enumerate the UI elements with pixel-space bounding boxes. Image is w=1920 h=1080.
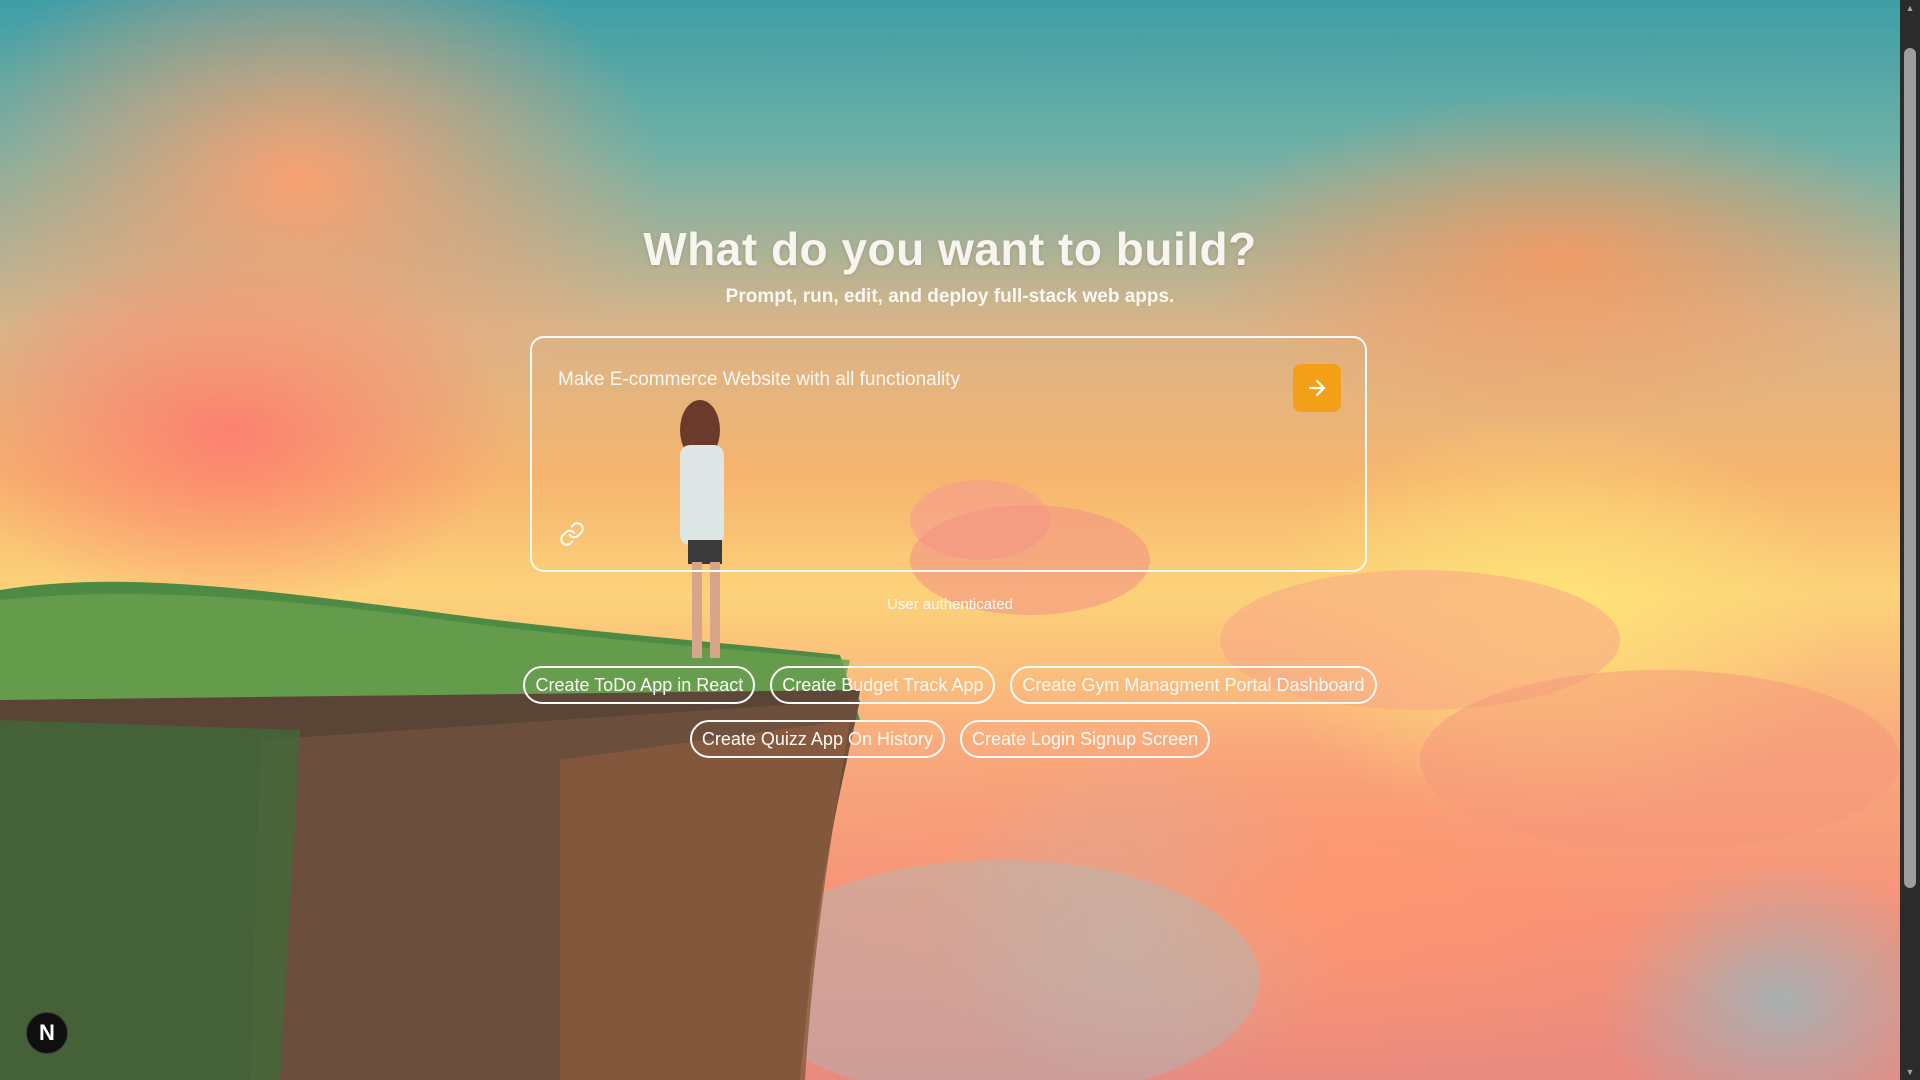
page-subtitle: Prompt, run, edit, and deploy full-stack… [725,286,1175,307]
link-icon [560,522,584,546]
scroll-up-arrow-icon[interactable]: ▲ [1900,0,1920,16]
prompt-input[interactable] [556,368,1260,392]
scroll-down-arrow-icon[interactable]: ▼ [1900,1064,1920,1080]
suggestion-chip-quiz[interactable]: Create Quizz App On History [689,720,945,758]
page-title: What do you want to build? [643,223,1257,275]
arrow-right-icon [1308,379,1326,397]
scroll-thumb[interactable] [1904,48,1916,888]
suggestion-chip-budget[interactable]: Create Budget Track App [770,666,996,704]
suggestion-chip-todo[interactable]: Create ToDo App in React [523,666,756,704]
nextjs-dev-badge[interactable]: N [26,1012,68,1054]
suggestion-chip-gym[interactable]: Create Gym Managment Portal Dashboard [1010,666,1377,704]
send-button[interactable] [1293,364,1341,412]
vertical-scrollbar[interactable]: ▲ ▼ [1900,0,1920,1080]
prompt-box[interactable] [530,336,1367,572]
suggestions-row-1: Create ToDo App in React Create Budget T… [0,666,1900,704]
suggestions-row-2: Create Quizz App On History Create Login… [0,720,1900,758]
attach-link-button[interactable] [558,520,586,548]
background-scene: What do you want to build? Prompt, run, … [0,0,1900,1080]
suggestion-chip-login[interactable]: Create Login Signup Screen [959,720,1211,758]
auth-status-text: User authenticated [887,596,1013,613]
